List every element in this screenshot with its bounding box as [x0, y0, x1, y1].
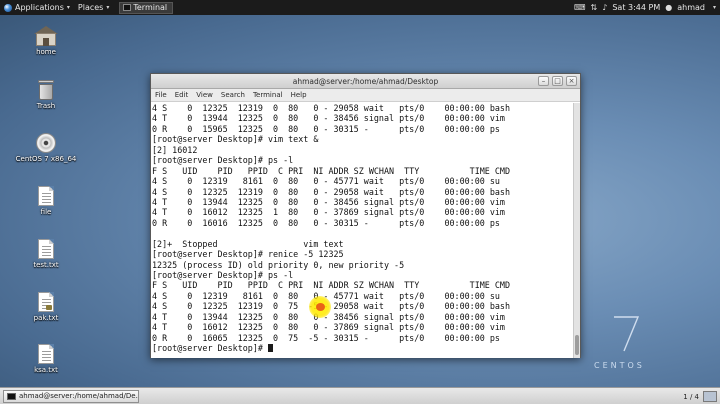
minimize-icon[interactable]: – — [538, 76, 549, 86]
terminal-line: 4 S 0 12319 8161 0 80 0 - 45771 wait pts… — [152, 176, 500, 187]
applications-icon — [4, 3, 12, 12]
window-controls: – □ × — [538, 76, 577, 86]
terminal-line: 4 S 0 12319 8161 0 80 0 - 45771 wait pts… — [152, 290, 500, 301]
volume-icon[interactable]: ♪ — [602, 3, 607, 12]
brand-text: CENTOS — [594, 361, 645, 370]
terminal-line: 4 T 0 16012 12325 1 80 0 - 37869 signal … — [152, 207, 505, 218]
centos-logo-icon — [614, 316, 640, 352]
terminal-app-label: Terminal — [133, 3, 168, 12]
clock[interactable]: Sat 3:44 PM — [612, 3, 660, 12]
terminal-line: 12325 (process ID) old priority 0, new p… — [152, 259, 405, 270]
chevron-down-icon: ▾ — [106, 4, 110, 11]
window-title: ahmad@server:/home/ahmad/Desktop — [292, 76, 439, 86]
window-titlebar[interactable]: ahmad@server:/home/ahmad/Desktop – □ × — [151, 74, 580, 89]
desktop-icon-test-txt[interactable]: test.txt — [16, 239, 76, 269]
network-icon[interactable]: ⇅ — [591, 3, 598, 12]
terminal-line: [root@server Desktop]# — [152, 343, 575, 353]
applications-menu[interactable]: Applications ▾ — [0, 0, 74, 15]
terminal-app-menu[interactable]: Terminal — [119, 1, 174, 14]
trash-icon — [38, 80, 54, 100]
document-icon — [38, 186, 54, 206]
terminal-icon — [123, 4, 132, 11]
terminal-line: [root@server Desktop]# vim text & — [152, 134, 319, 145]
chevron-down-icon: ▾ — [712, 4, 716, 11]
terminal-line: F S UID PID PPID C PRI NI ADDR SZ WCHAN … — [152, 280, 510, 291]
desktop-icon-label: home — [36, 48, 56, 56]
desktop-icon-label: pak.txt — [33, 314, 59, 322]
desktop-icon-label: file — [40, 208, 52, 216]
menu-file[interactable]: File — [155, 91, 167, 99]
terminal-menubar: File Edit View Search Terminal Help — [151, 89, 580, 102]
terminal-line: 4 S 0 12325 12319 0 80 0 - 29058 wait pt… — [152, 186, 510, 197]
maximize-icon[interactable]: □ — [552, 76, 563, 86]
terminal-line: [root@server Desktop]# ps -l — [152, 155, 294, 166]
menu-view[interactable]: View — [196, 91, 213, 99]
terminal-line: 0 R 0 15965 12325 0 80 0 - 30315 - pts/0… — [152, 123, 500, 134]
workspace-switcher[interactable]: 1 / 4 — [683, 390, 717, 403]
bottom-panel: ahmad@server:/home/ahmad/De... 1 / 4 — [0, 387, 720, 404]
workspace-box[interactable] — [703, 391, 717, 402]
text-cursor — [267, 344, 273, 353]
close-icon[interactable]: × — [566, 76, 577, 86]
terminal-line: [2] 16012 — [152, 144, 198, 155]
terminal-icon — [7, 392, 16, 400]
top-panel: Applications ▾ Places ▾ Terminal ⌨ ⇅ ♪ S… — [0, 0, 720, 15]
terminal-line: 4 T 0 16012 12325 0 80 0 - 37869 signal … — [152, 322, 505, 333]
terminal-output[interactable]: 4 S 0 12325 12319 0 80 0 - 29058 wait pt… — [151, 103, 575, 358]
home-folder-icon — [34, 26, 58, 46]
language-icon[interactable]: ⌨ — [574, 3, 586, 12]
terminal-line: 4 T 0 13944 12325 0 80 0 - 38456 signal … — [152, 196, 505, 207]
desktop-icon-label: CentOS 7 x86_64 — [15, 155, 77, 163]
menu-search[interactable]: Search — [221, 91, 245, 99]
document-icon — [38, 344, 54, 364]
taskbar-terminal-label: ahmad@server:/home/ahmad/De... — [19, 392, 139, 400]
menu-terminal[interactable]: Terminal — [253, 91, 283, 99]
workspace-indicator: 1 / 4 — [683, 392, 699, 401]
terminal-line: 4 T 0 13944 12325 0 80 0 - 38456 signal … — [152, 311, 505, 322]
chevron-down-icon: ▾ — [66, 4, 70, 11]
disc-icon — [36, 133, 56, 153]
terminal-window[interactable]: ahmad@server:/home/ahmad/Desktop – □ × F… — [150, 73, 581, 358]
desktop-icon-label: Trash — [36, 102, 56, 110]
scrollbar[interactable] — [573, 103, 580, 358]
mouse-pointer-icon — [316, 303, 325, 311]
locked-document-icon — [38, 292, 54, 312]
document-icon — [38, 239, 54, 259]
user-icon: ● — [665, 3, 673, 12]
panel-status-area: ⌨ ⇅ ♪ Sat 3:44 PM ● ahmad ▾ — [574, 0, 716, 15]
places-label: Places — [77, 3, 104, 12]
terminal-line: [root@server Desktop]# ps -l — [152, 270, 294, 280]
terminal-line: 4 T 0 13944 12325 0 80 0 - 38456 signal … — [152, 113, 505, 124]
taskbar-terminal-button[interactable]: ahmad@server:/home/ahmad/De... — [3, 389, 139, 403]
desktop-icon-label: ksa.txt — [34, 366, 58, 374]
menu-edit[interactable]: Edit — [175, 91, 189, 99]
terminal-text: 4 S 0 12325 12319 0 80 0 - 29058 wait pt… — [151, 103, 575, 354]
desktop-icon-home[interactable]: home — [16, 26, 76, 56]
terminal-line: [2]+ Stopped vim text — [152, 238, 344, 249]
user-menu[interactable]: ahmad — [677, 3, 705, 12]
terminal-line: 4 S 0 12325 12319 0 80 0 - 29058 wait pt… — [152, 103, 510, 113]
terminal-line: 4 S 0 12325 12319 0 75 -5 - 29058 wait p… — [152, 301, 510, 312]
desktop-icon-pak-txt[interactable]: pak.txt — [16, 292, 76, 322]
menu-help[interactable]: Help — [291, 91, 307, 99]
scrollbar-thumb[interactable] — [575, 335, 579, 355]
terminal-line: F S UID PID PPID C PRI NI ADDR SZ WCHAN … — [152, 165, 510, 176]
desktop-icon-trash[interactable]: Trash — [16, 80, 76, 110]
terminal-line: [root@server Desktop]# renice -5 12325 — [152, 249, 344, 260]
applications-label: Applications — [15, 3, 64, 12]
terminal-line: 0 R 0 16016 12325 0 80 0 - 30315 - pts/0… — [152, 217, 500, 228]
desktop-icon-label: test.txt — [33, 261, 59, 269]
desktop-icon-ksa-txt[interactable]: ksa.txt — [16, 344, 76, 374]
terminal-line: 0 R 0 16065 12325 0 75 -5 - 30315 - pts/… — [152, 332, 500, 343]
desktop-icon-centos-disc[interactable]: CentOS 7 x86_64 — [16, 133, 76, 163]
desktop-icon-file[interactable]: file — [16, 186, 76, 216]
places-menu[interactable]: Places ▾ — [74, 0, 113, 15]
